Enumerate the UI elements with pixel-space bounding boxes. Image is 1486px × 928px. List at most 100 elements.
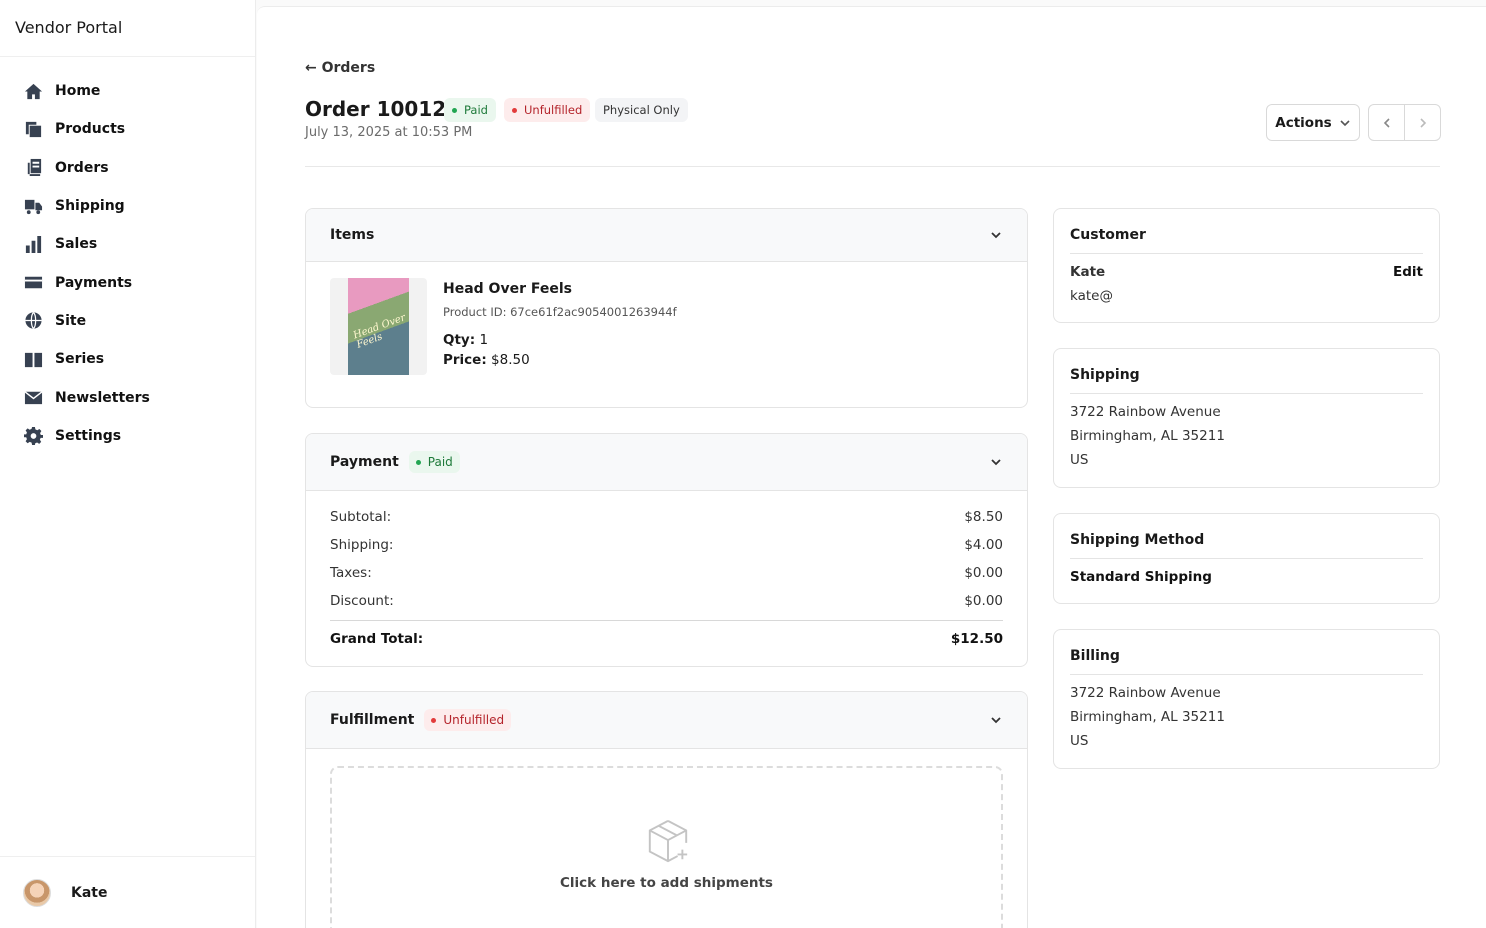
row-value: $0.00	[964, 593, 1003, 609]
dropzone-text: Click here to add shipments	[560, 875, 773, 891]
products-icon	[23, 119, 43, 139]
payments-icon	[23, 273, 43, 293]
main-content: ← Orders Order 100127 Paid Unfulfilled P…	[257, 6, 1486, 928]
address-line: Birmingham, AL 35211	[1070, 428, 1225, 444]
payment-card-title: Payment	[330, 454, 399, 470]
customer-name-row: Kate Edit	[1070, 260, 1423, 284]
qty-label: Qty:	[443, 332, 476, 348]
gear-icon	[23, 426, 43, 446]
sidebar-item-label: Shipping	[55, 198, 125, 215]
sidebar-item-settings[interactable]: Settings	[0, 417, 255, 455]
chevron-left-icon	[1383, 117, 1390, 128]
add-shipment-dropzone[interactable]: Click here to add shipments	[330, 766, 1003, 928]
payment-card: Payment Paid Subtotal: $8.50 Shipping: $4.…	[305, 433, 1028, 667]
next-order-button[interactable]	[1405, 105, 1440, 140]
status-badge-label: Paid	[427, 455, 453, 469]
user-name: Kate	[71, 884, 108, 901]
sidebar-item-orders[interactable]: Orders	[0, 149, 255, 187]
customer-card: Customer Kate Edit kate@	[1053, 208, 1440, 323]
chevron-down-icon[interactable]	[989, 713, 1003, 727]
status-dot	[415, 459, 421, 465]
address-line: 3722 Rainbow Avenue	[1070, 685, 1221, 701]
sidebar-item-label: Settings	[55, 427, 122, 444]
fulfillment-card-header[interactable]: Fulfillment Unfulfilled	[306, 692, 1027, 749]
product-image: Head Over Feels	[330, 278, 427, 375]
back-link[interactable]: ← Orders	[305, 60, 375, 76]
product-id: Product ID: 67ce61f2ac9054001263944f	[443, 305, 677, 319]
fulfillment-card: Fulfillment Unfulfilled Click here to ad…	[305, 691, 1028, 928]
sidebar-item-label: Products	[55, 121, 126, 138]
product-price: Price: $8.50	[443, 352, 530, 368]
customer-card-title: Customer	[1070, 209, 1423, 254]
page-title: Order 100127	[305, 97, 461, 121]
divider	[305, 166, 1440, 167]
sidebar-item-label: Orders	[55, 159, 109, 176]
sidebar-item-label: Home	[55, 83, 101, 100]
status-dot	[452, 107, 457, 113]
sidebar-item-label: Newsletters	[55, 389, 150, 406]
payment-row-shipping: Shipping: $4.00	[330, 537, 1003, 553]
sidebar-item-label: Sales	[55, 236, 98, 253]
price-value: $8.50	[491, 352, 530, 368]
sales-icon	[23, 234, 43, 254]
actions-button[interactable]: Actions	[1266, 104, 1360, 141]
payment-row-taxes: Taxes: $0.00	[330, 565, 1003, 581]
sidebar: Vendor Portal Home Products Orders Shipp…	[0, 0, 256, 928]
shipping-icon	[23, 196, 43, 216]
sidebar-item-series[interactable]: Series	[0, 340, 255, 378]
type-badge: Physical Only	[595, 98, 688, 122]
orders-icon	[23, 158, 43, 178]
book-cover-title: Head Over Feels	[351, 312, 408, 351]
mail-icon	[23, 388, 43, 408]
sidebar-item-label: Payments	[55, 274, 133, 291]
address-line: Birmingham, AL 35211	[1070, 709, 1225, 725]
billing-address: 3722 Rainbow Avenue Birmingham, AL 35211…	[1070, 675, 1423, 753]
book-icon	[23, 349, 43, 369]
shipping-method-value: Standard Shipping	[1070, 569, 1212, 585]
sidebar-nav: Home Products Orders Shipping Sales Paym…	[0, 57, 255, 455]
package-plus-icon	[648, 820, 688, 863]
shipping-method-title: Shipping Method	[1070, 514, 1423, 559]
chevron-down-icon[interactable]	[989, 228, 1003, 242]
sidebar-item-products[interactable]: Products	[0, 110, 255, 148]
status-badge-label: Paid	[464, 103, 488, 117]
avatar	[23, 878, 51, 907]
address-line: US	[1070, 733, 1089, 749]
row-label: Shipping:	[330, 537, 394, 553]
shipping-method-body: Standard Shipping	[1070, 559, 1423, 589]
shipping-method-card: Shipping Method Standard Shipping	[1053, 513, 1440, 604]
edit-customer-link[interactable]: Edit	[1393, 260, 1423, 284]
row-label: Subtotal:	[330, 509, 392, 525]
sidebar-item-newsletters[interactable]: Newsletters	[0, 378, 255, 416]
divider	[330, 620, 1003, 621]
sidebar-item-payments[interactable]: Payments	[0, 263, 255, 301]
payment-row-grand-total: Grand Total: $12.50	[330, 631, 1003, 647]
app-title: Vendor Portal	[0, 0, 255, 57]
sidebar-item-sales[interactable]: Sales	[0, 225, 255, 263]
payment-row-subtotal: Subtotal: $8.50	[330, 509, 1003, 525]
product-name: Head Over Feels	[443, 281, 572, 297]
sidebar-item-shipping[interactable]: Shipping	[0, 187, 255, 225]
row-value: $0.00	[964, 565, 1003, 581]
user-menu[interactable]: Kate	[0, 856, 255, 928]
chevron-down-icon	[1340, 119, 1350, 126]
sidebar-item-site[interactable]: Site	[0, 302, 255, 340]
status-badge-label: Unfulfilled	[524, 103, 583, 117]
payment-row-discount: Discount: $0.00	[330, 593, 1003, 609]
shipping-address-card: Shipping 3722 Rainbow Avenue Birmingham,…	[1053, 348, 1440, 488]
row-value: $4.00	[964, 537, 1003, 553]
status-dot	[512, 107, 517, 113]
items-card-header[interactable]: Items	[306, 209, 1027, 262]
status-badge-label: Unfulfilled	[443, 713, 505, 727]
row-label: Grand Total:	[330, 631, 424, 647]
sidebar-item-home[interactable]: Home	[0, 72, 255, 110]
customer-name: Kate	[1070, 264, 1106, 280]
sidebar-item-label: Series	[55, 351, 105, 368]
previous-order-button[interactable]	[1369, 105, 1405, 140]
chevron-down-icon[interactable]	[989, 455, 1003, 469]
price-label: Price:	[443, 352, 487, 368]
status-badge-unfulfilled: Unfulfilled	[504, 98, 591, 122]
chevron-right-icon	[1419, 117, 1426, 128]
payment-card-header[interactable]: Payment Paid	[306, 434, 1027, 491]
actions-label: Actions	[1275, 114, 1332, 131]
